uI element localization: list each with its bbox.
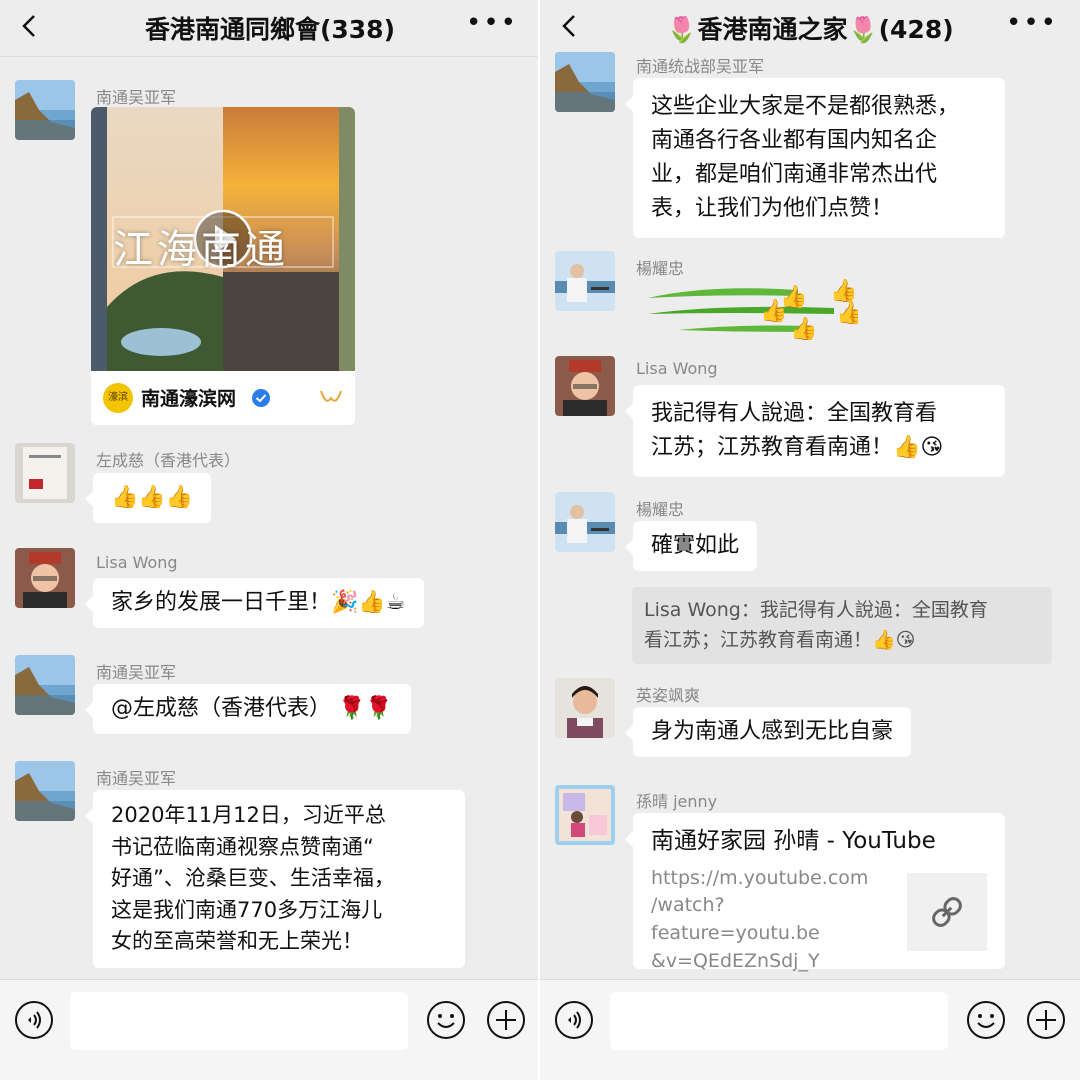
- message-line: 我記得有人說過：全国教育看: [651, 401, 938, 426]
- avatar[interactable]: [555, 251, 615, 311]
- plus-icon[interactable]: [486, 1000, 526, 1040]
- emoji-face-icon[interactable]: [966, 1000, 1006, 1040]
- link-thumbnail: [907, 873, 987, 951]
- sender-name: 英姿飒爽: [636, 686, 701, 705]
- sender-name: Lisa Wong: [96, 553, 178, 572]
- message-bubble[interactable]: 👍👍👍: [84, 473, 212, 524]
- emoji: 👍😘: [893, 435, 944, 461]
- message-bubble[interactable]: @左成慈（香港代表） 🌹🌹: [85, 684, 411, 735]
- svg-text:👍: 👍: [790, 316, 817, 340]
- source-logo: 濠滨: [103, 383, 133, 413]
- message-line: 南通各行各业都有国内知名企: [651, 128, 938, 154]
- avatar[interactable]: [15, 655, 75, 715]
- message-line: 江苏；江苏教育看南通！: [651, 435, 894, 461]
- svg-text:👍: 👍: [836, 300, 858, 326]
- sender-name: Lisa Wong: [636, 359, 718, 378]
- message-line: 女的至高荣誉和无上荣光！: [111, 929, 363, 953]
- message-bubble[interactable]: 確實如此: [624, 521, 758, 572]
- svg-text:👍: 👍: [760, 298, 787, 324]
- link-card[interactable]: 南通好家园 孙晴 - YouTube https://m.youtube.com…: [625, 813, 1005, 972]
- channels-icon: [320, 390, 342, 402]
- link-url-line: &v=QEdEZnSdj_Y: [651, 949, 820, 972]
- voice-icon[interactable]: [14, 1000, 54, 1040]
- sender-name: 南通统战部吴亚军: [636, 57, 765, 76]
- link-url-line: https://m.youtube.com: [651, 866, 869, 889]
- chat-header: 🌷香港南通之家🌷(428) •••: [540, 0, 1080, 56]
- left-chat-window: 香港南通同鄉會(338) ••• 南通吴亚军 江海南通 濠滨 南通濠滨网 左成慈…: [0, 0, 540, 1080]
- quote-line: Lisa Wong：我記得有人說過：全国教育: [644, 599, 988, 621]
- input-bar: [540, 979, 1080, 1080]
- message-bubble[interactable]: 我記得有人說過：全国教育看 江苏；江苏教育看南通！👍😘: [625, 385, 1005, 478]
- avatar[interactable]: [555, 678, 615, 738]
- input-bar: [0, 979, 540, 1080]
- message-bubble[interactable]: 2020年11月12日，习近平总 书记莅临南通视察点赞南通“ 好通”、沧桑巨变、…: [85, 790, 465, 968]
- message-line: 书记莅临南通视察点赞南通“: [111, 834, 374, 859]
- message-bubble[interactable]: 身为南通人感到无比自豪: [624, 707, 912, 758]
- message-bubble[interactable]: 家乡的发展一日千里！🎉👍☕: [85, 578, 424, 629]
- link-title: 南通好家园 孙晴 - YouTube: [651, 828, 936, 854]
- link-url-line: /watch?feature=youtu.be: [651, 894, 820, 944]
- thumbs-up-sticker[interactable]: 👍 👍 👍 👍 👍: [648, 276, 858, 340]
- avatar[interactable]: [555, 52, 615, 112]
- emoji: 🎉👍☕: [331, 590, 406, 615]
- link-icon: [932, 897, 962, 927]
- plus-icon[interactable]: [1026, 1000, 1066, 1040]
- message-line: 表，让我们为他们点赞！: [651, 196, 894, 222]
- chat-header: 香港南通同鄉會(338) •••: [0, 0, 540, 57]
- avatar[interactable]: [555, 492, 615, 552]
- emoji: 👍😘: [872, 629, 916, 652]
- quoted-reply[interactable]: Lisa Wong：我記得有人說過：全国教育 看江苏；江苏教育看南通！👍😘: [632, 587, 1052, 664]
- message-line: 业，都是咱们南通非常杰出代: [651, 162, 938, 188]
- message-text: 身为南通人感到无比自豪: [651, 719, 894, 744]
- sender-name: 楊耀忠: [636, 500, 685, 519]
- avatar[interactable]: [15, 443, 75, 503]
- chat-title: 🌷香港南通之家🌷(428): [666, 15, 954, 44]
- message-line: 这些企业大家是不是都很熟悉，: [651, 94, 960, 119]
- avatar[interactable]: [15, 80, 75, 140]
- link-url: https://m.youtube.com /watch?feature=you…: [651, 865, 891, 975]
- message-text: 確實如此: [651, 533, 740, 558]
- voice-icon[interactable]: [554, 1000, 594, 1040]
- sender-name: 南通吴亚军: [96, 88, 177, 107]
- mention-text: @左成慈（香港代表）: [111, 696, 332, 721]
- sender-name: 左成慈（香港代表）: [96, 451, 241, 470]
- message-bubble[interactable]: 这些企业大家是不是都很熟悉， 南通各行各业都有国内知名企 业，都是咱们南通非常杰…: [625, 78, 1005, 239]
- chat-title: 香港南通同鄉會(338): [144, 15, 396, 44]
- video-source-bar: 濠滨 南通濠滨网: [91, 371, 355, 425]
- avatar[interactable]: [555, 356, 615, 416]
- sender-name: 孫晴 jenny: [636, 792, 718, 811]
- message-line: 这是我们南通770多万江海儿: [111, 897, 383, 922]
- sender-name: 南通吴亚军: [96, 769, 177, 788]
- avatar[interactable]: [15, 548, 75, 608]
- verified-icon: [252, 389, 270, 407]
- more-icon[interactable]: •••: [466, 8, 518, 38]
- message-input[interactable]: [70, 992, 408, 1050]
- avatar[interactable]: [555, 785, 615, 845]
- message-line: 好通”、沧桑巨变、生活幸福，: [111, 866, 395, 890]
- emoji: 🌹🌹: [338, 696, 393, 721]
- video-message[interactable]: 江海南通 濠滨 南通濠滨网: [91, 107, 355, 425]
- message-input[interactable]: [610, 992, 948, 1050]
- emoji-face-icon[interactable]: [426, 1000, 466, 1040]
- avatar[interactable]: [15, 761, 75, 821]
- video-source-name: 南通濠滨网: [141, 388, 237, 410]
- quote-line: 看江苏；江苏教育看南通！: [644, 629, 873, 652]
- message-text: 家乡的发展一日千里！: [111, 590, 332, 615]
- sender-name: 南通吴亚军: [96, 663, 177, 682]
- more-icon[interactable]: •••: [1006, 8, 1058, 38]
- message-line: 2020年11月12日，习近平总: [111, 803, 386, 827]
- video-overlay-title: 江海南通: [113, 227, 289, 273]
- emoji: 👍👍👍: [111, 485, 194, 510]
- right-chat-window: 🌷香港南通之家🌷(428) ••• 南通统战部吴亚军 这些企业大家是不是都很熟悉…: [540, 0, 1080, 1080]
